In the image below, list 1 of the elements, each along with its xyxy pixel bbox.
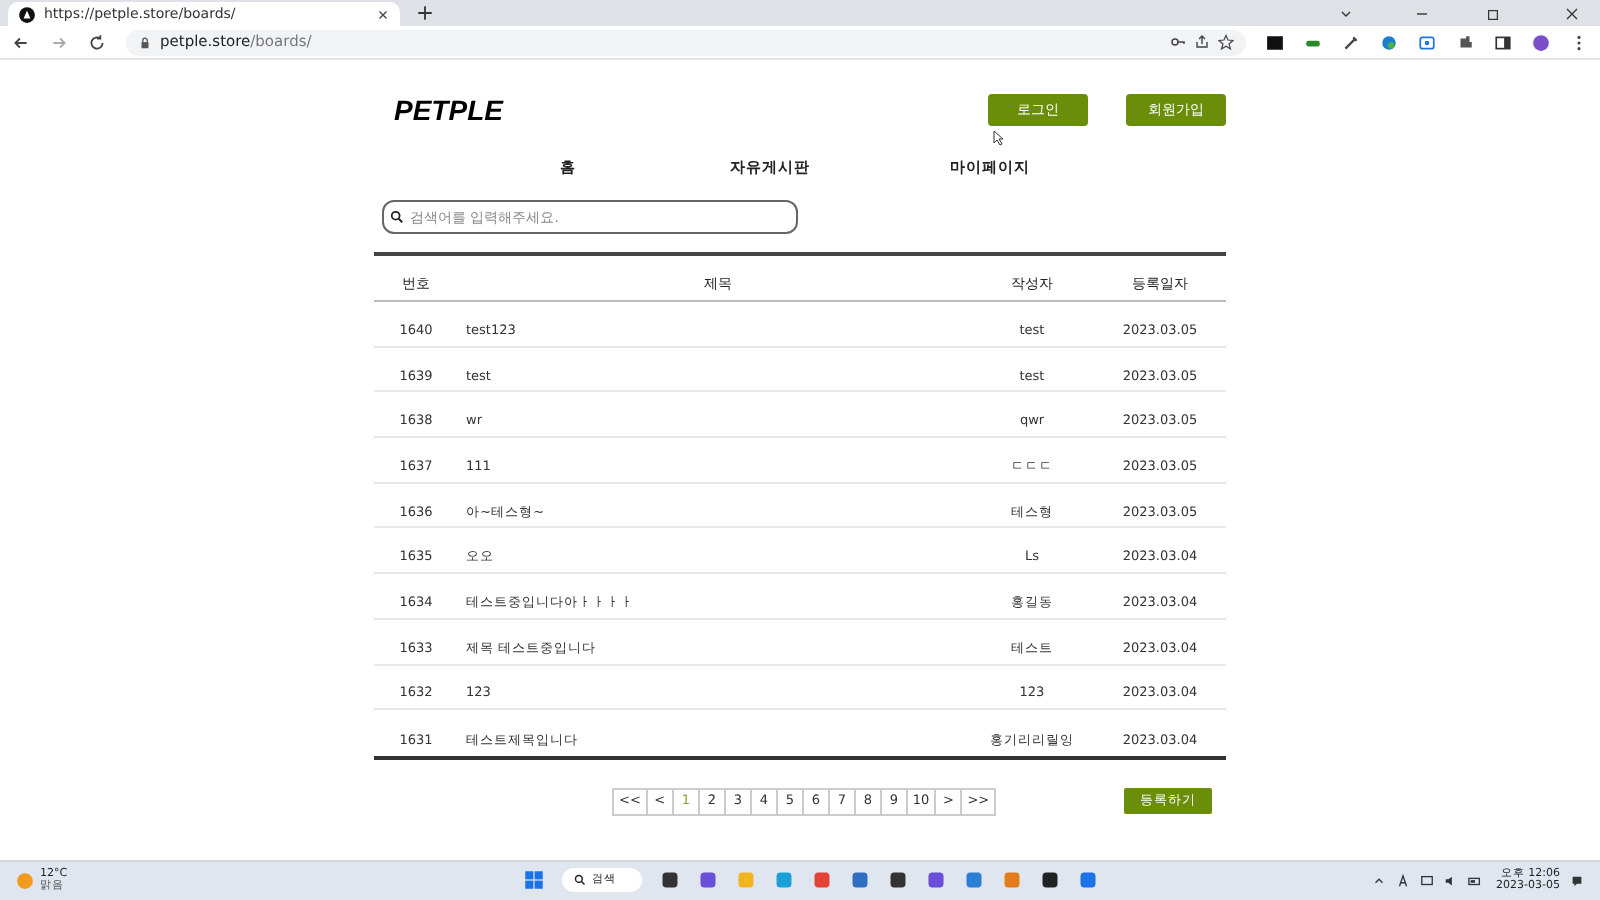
logo[interactable]: PETPLE — [394, 89, 503, 131]
